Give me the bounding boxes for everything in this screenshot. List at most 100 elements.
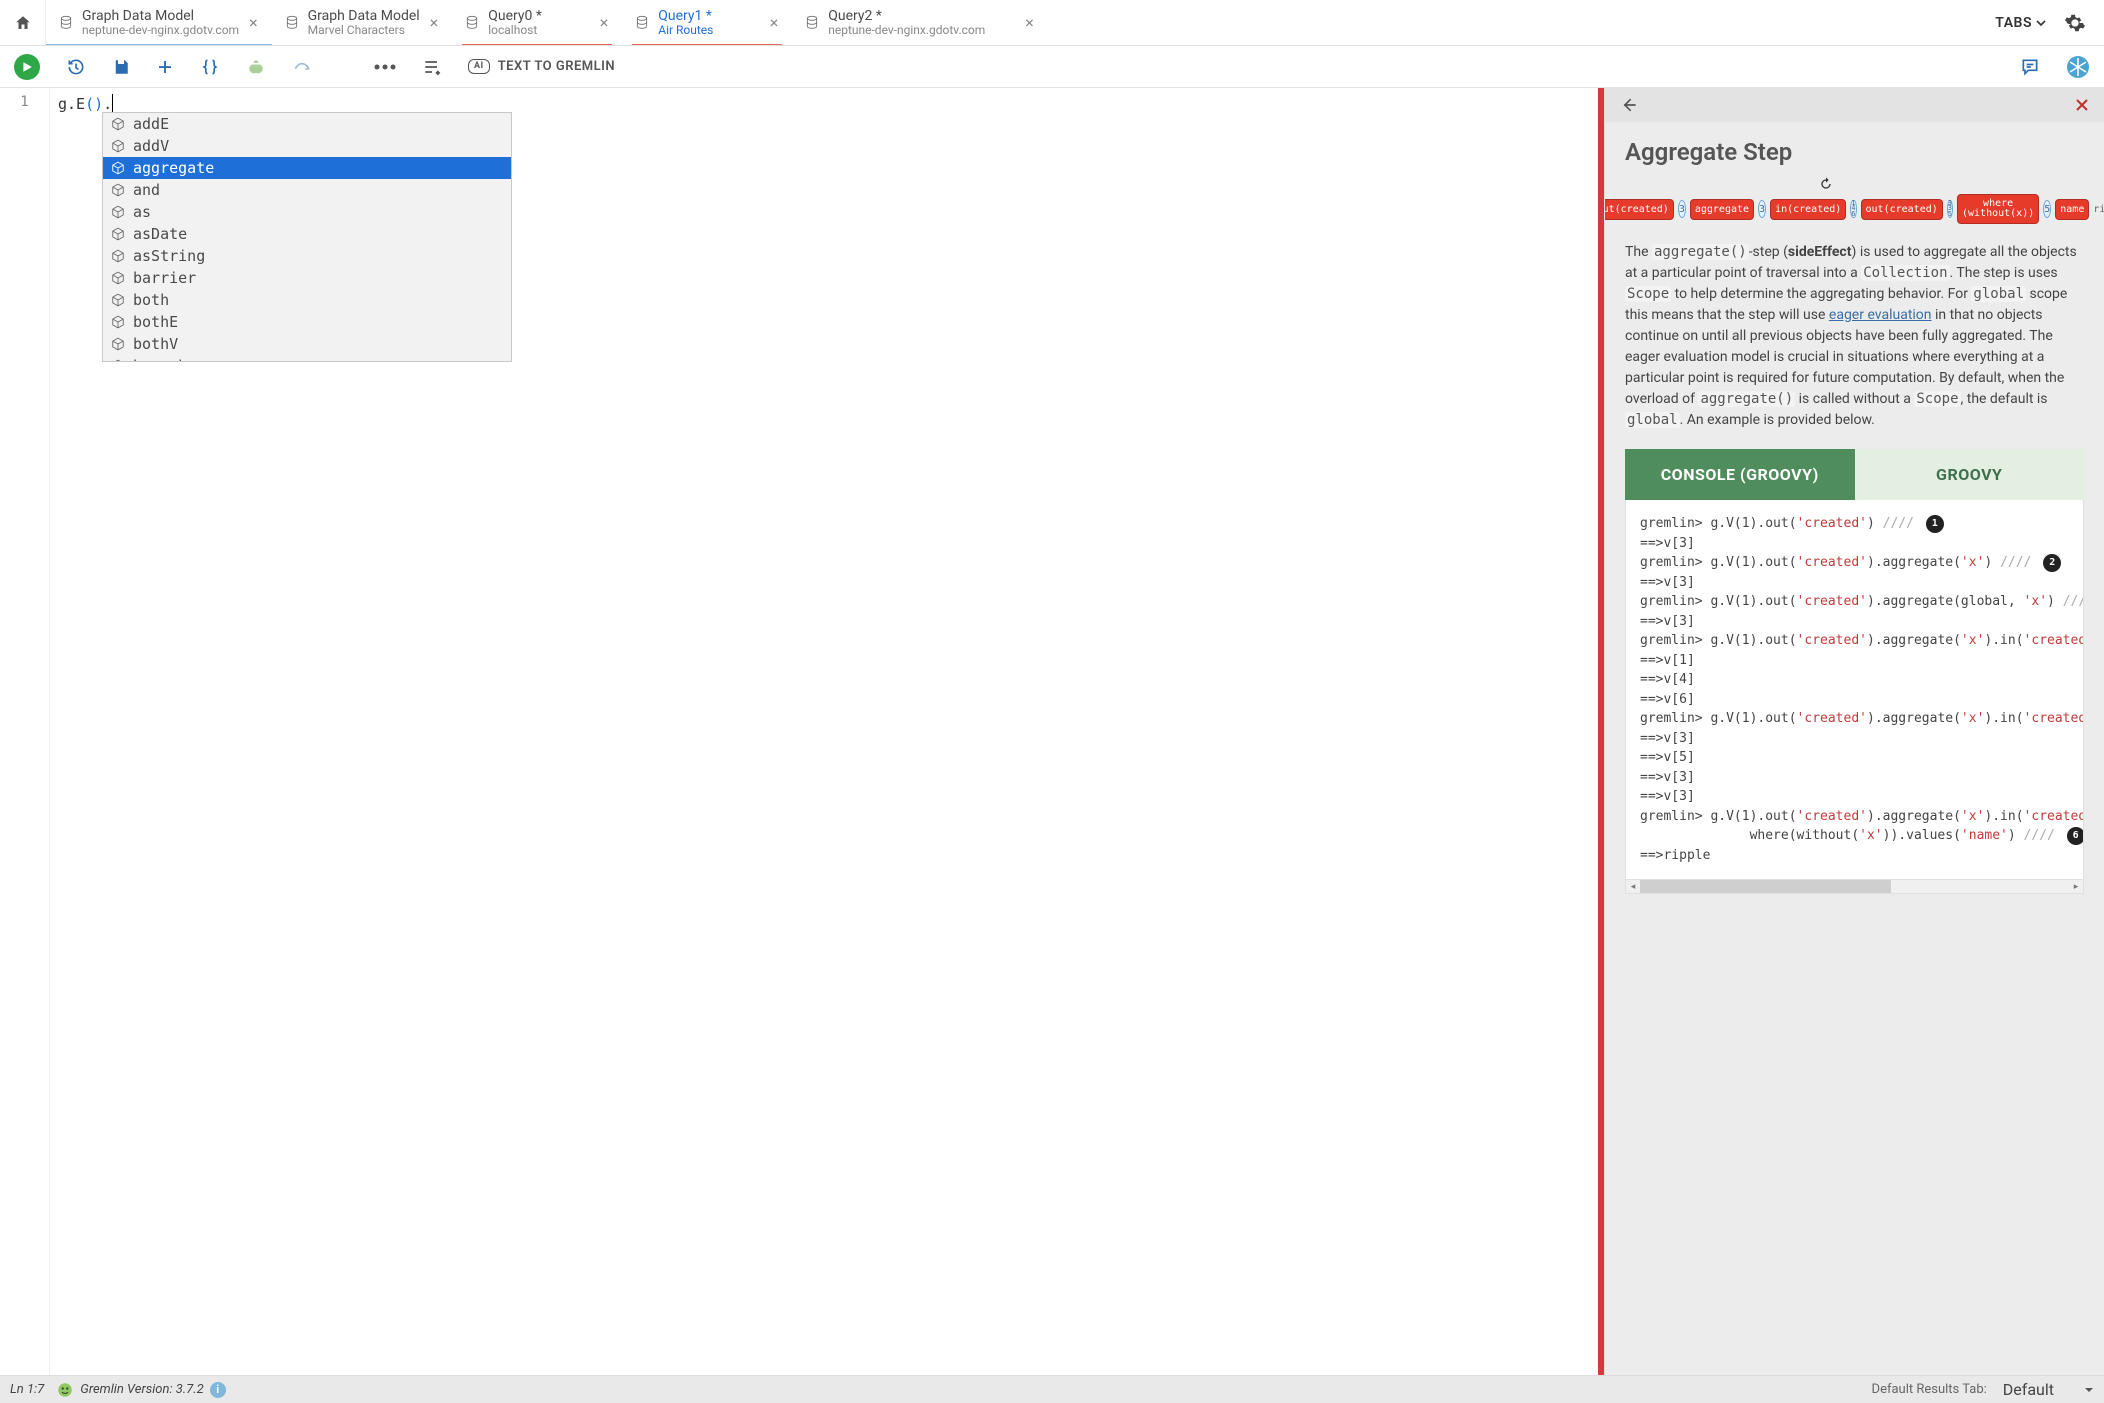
console-line: gremlin> g.V(1).out('created').aggregate…	[1640, 631, 2083, 651]
tab-bar: Graph Data Modelneptune-dev-nginx.gdotv.…	[0, 0, 2104, 46]
tab-close-button[interactable]: ×	[768, 13, 781, 32]
save-icon	[112, 58, 130, 76]
tab-title: Query0 *	[488, 8, 542, 24]
more-button[interactable]	[374, 62, 396, 72]
code-example-tabs: CONSOLE (GROOVY) GROOVY	[1625, 449, 2084, 500]
tab-console-groovy[interactable]: CONSOLE (GROOVY)	[1625, 449, 1855, 500]
default-results-selector[interactable]: Default Results Tab: Default	[1872, 1380, 2094, 1399]
snowflake-icon	[2066, 55, 2090, 79]
tabs-container: Graph Data Modelneptune-dev-nginx.gdotv.…	[46, 0, 1977, 45]
console-line: ==>v[6]	[1640, 690, 2083, 710]
diagram-num: 3 35	[1947, 200, 1953, 218]
autocomplete-item[interactable]: and	[103, 179, 511, 201]
autocomplete-label: addE	[133, 115, 169, 133]
tabbar-right: TABS	[1977, 0, 2104, 45]
tab-close-button[interactable]: ×	[247, 13, 260, 32]
horizontal-scrollbar[interactable]: ◂ ▸	[1625, 880, 2084, 894]
diagram-pill: name	[2055, 199, 2089, 220]
diagram-pill: in(created)	[1770, 199, 1846, 220]
autocomplete-item[interactable]: addE	[103, 113, 511, 135]
graph-mode-button[interactable]	[2066, 55, 2090, 79]
history-button[interactable]	[66, 57, 86, 77]
editor-gutter: 1	[0, 88, 50, 1375]
tab-title: Graph Data Model	[82, 8, 239, 24]
tab-close-button[interactable]: ×	[1023, 13, 1036, 32]
editor-tab[interactable]: Query0 *localhost×	[452, 0, 622, 45]
autocomplete-item[interactable]: aggregate	[103, 157, 511, 179]
console-line: ==>v[3]	[1640, 534, 2083, 554]
autocomplete-item[interactable]: barrier	[103, 267, 511, 289]
autocomplete-label: aggregate	[133, 159, 214, 177]
autocomplete-item[interactable]: bothE	[103, 311, 511, 333]
chevron-down-icon	[2084, 1385, 2094, 1395]
autocomplete-item[interactable]: as	[103, 201, 511, 223]
scrollbar-thumb[interactable]	[1640, 880, 1891, 893]
console-line: ==>v[3]	[1640, 573, 2083, 593]
autocomplete-label: bothE	[133, 313, 178, 331]
diagram-pill: aggregate	[1690, 199, 1754, 220]
tab-title: Query1 *	[658, 8, 713, 24]
diagram-num: 3	[1758, 200, 1766, 218]
code-paren: ()	[85, 95, 103, 113]
docs-paragraph: The aggregate()-step (sideEffect) is use…	[1625, 242, 2084, 431]
tab-subtitle: neptune-dev-nginx.gdotv.com	[82, 24, 239, 38]
add-button[interactable]	[156, 58, 174, 76]
autocomplete-item[interactable]: branch	[103, 355, 511, 362]
format-icon	[422, 57, 442, 77]
console-line: gremlin> g.V(1).out('created').aggregate…	[1640, 553, 2083, 573]
settings-gear-icon[interactable]	[2064, 12, 2086, 34]
autocomplete-item[interactable]: asDate	[103, 223, 511, 245]
autocomplete-label: as	[133, 203, 151, 221]
autocomplete-item[interactable]: addV	[103, 135, 511, 157]
editor-tab[interactable]: Graph Data Modelneptune-dev-nginx.gdotv.…	[46, 0, 272, 45]
database-icon	[634, 15, 650, 31]
console-line: ==>v[3]	[1640, 729, 2083, 749]
gremlin-version: Gremlin Version: 3.7.2 i	[56, 1381, 225, 1399]
docs-body[interactable]: Aggregate Step 1 out(created) 3 aggregat…	[1605, 122, 2104, 1375]
tabs-dropdown[interactable]: TABS	[1995, 15, 2046, 31]
run-button[interactable]	[14, 54, 40, 80]
console-line: ==>v[1]	[1640, 651, 2083, 671]
scroll-arrow-right[interactable]: ▸	[2069, 880, 2083, 894]
text-to-gremlin-button[interactable]: AI TEXT TO GREMLIN	[468, 59, 615, 74]
save-button[interactable]	[112, 58, 130, 76]
arrow-left-icon	[1619, 95, 1639, 115]
comment-button[interactable]	[2020, 57, 2040, 77]
autocomplete-item[interactable]: bothV	[103, 333, 511, 355]
home-button[interactable]	[0, 0, 46, 45]
tab-subtitle: Marvel Characters	[308, 24, 420, 38]
braces-button[interactable]	[200, 57, 220, 77]
tab-groovy[interactable]: GROOVY	[1855, 449, 2085, 500]
docs-back-button[interactable]	[1619, 95, 1639, 115]
text-to-gremlin-label: TEXT TO GREMLIN	[498, 59, 615, 74]
autocomplete-popup[interactable]: addE addV aggregate and as asDateasStringbarr…	[102, 112, 512, 362]
database-icon	[464, 15, 480, 31]
step-button[interactable]	[292, 57, 312, 77]
autocomplete-item[interactable]: both	[103, 289, 511, 311]
close-icon	[2074, 97, 2090, 113]
line-badge: 2	[2043, 554, 2061, 572]
diagram-result: ripple	[2093, 204, 2104, 215]
docs-panel: Aggregate Step 1 out(created) 3 aggregat…	[1604, 88, 2104, 1375]
docs-close-button[interactable]	[2074, 97, 2090, 113]
main-split: 1 g.E(). addEaddVaggregateandasasDateasS…	[0, 88, 2104, 1375]
code-editor[interactable]: g.E(). addEaddVaggregateandasasDateasStr…	[50, 88, 1598, 1375]
autocomplete-item[interactable]: asString	[103, 245, 511, 267]
format-button[interactable]	[422, 57, 442, 77]
editor-tab[interactable]: Graph Data ModelMarvel Characters×	[272, 0, 453, 45]
home-icon	[14, 14, 32, 32]
info-icon[interactable]: i	[210, 1382, 226, 1398]
scroll-arrow-left[interactable]: ◂	[1626, 880, 1640, 894]
editor-tab[interactable]: Query2 *neptune-dev-nginx.gdotv.com×	[792, 0, 1052, 45]
editor-pane: 1 g.E(). addEaddVaggregateandasasDateasS…	[0, 88, 1604, 1375]
console-line: ==>v[4]	[1640, 670, 2083, 690]
tab-close-button[interactable]: ×	[428, 13, 441, 32]
code-example-box[interactable]: gremlin> g.V(1).out('created') //// 1==>…	[1625, 500, 2084, 880]
dots-icon	[374, 62, 396, 72]
editor-tab[interactable]: Query1 *Air Routes×	[622, 0, 792, 45]
tab-close-button[interactable]: ×	[598, 13, 611, 32]
bug-button[interactable]	[246, 57, 266, 77]
diagram-pill: out(created)	[1861, 199, 1943, 220]
eager-eval-link[interactable]: eager evaluation	[1829, 307, 1932, 323]
toolbar: AI TEXT TO GREMLIN	[0, 46, 2104, 88]
